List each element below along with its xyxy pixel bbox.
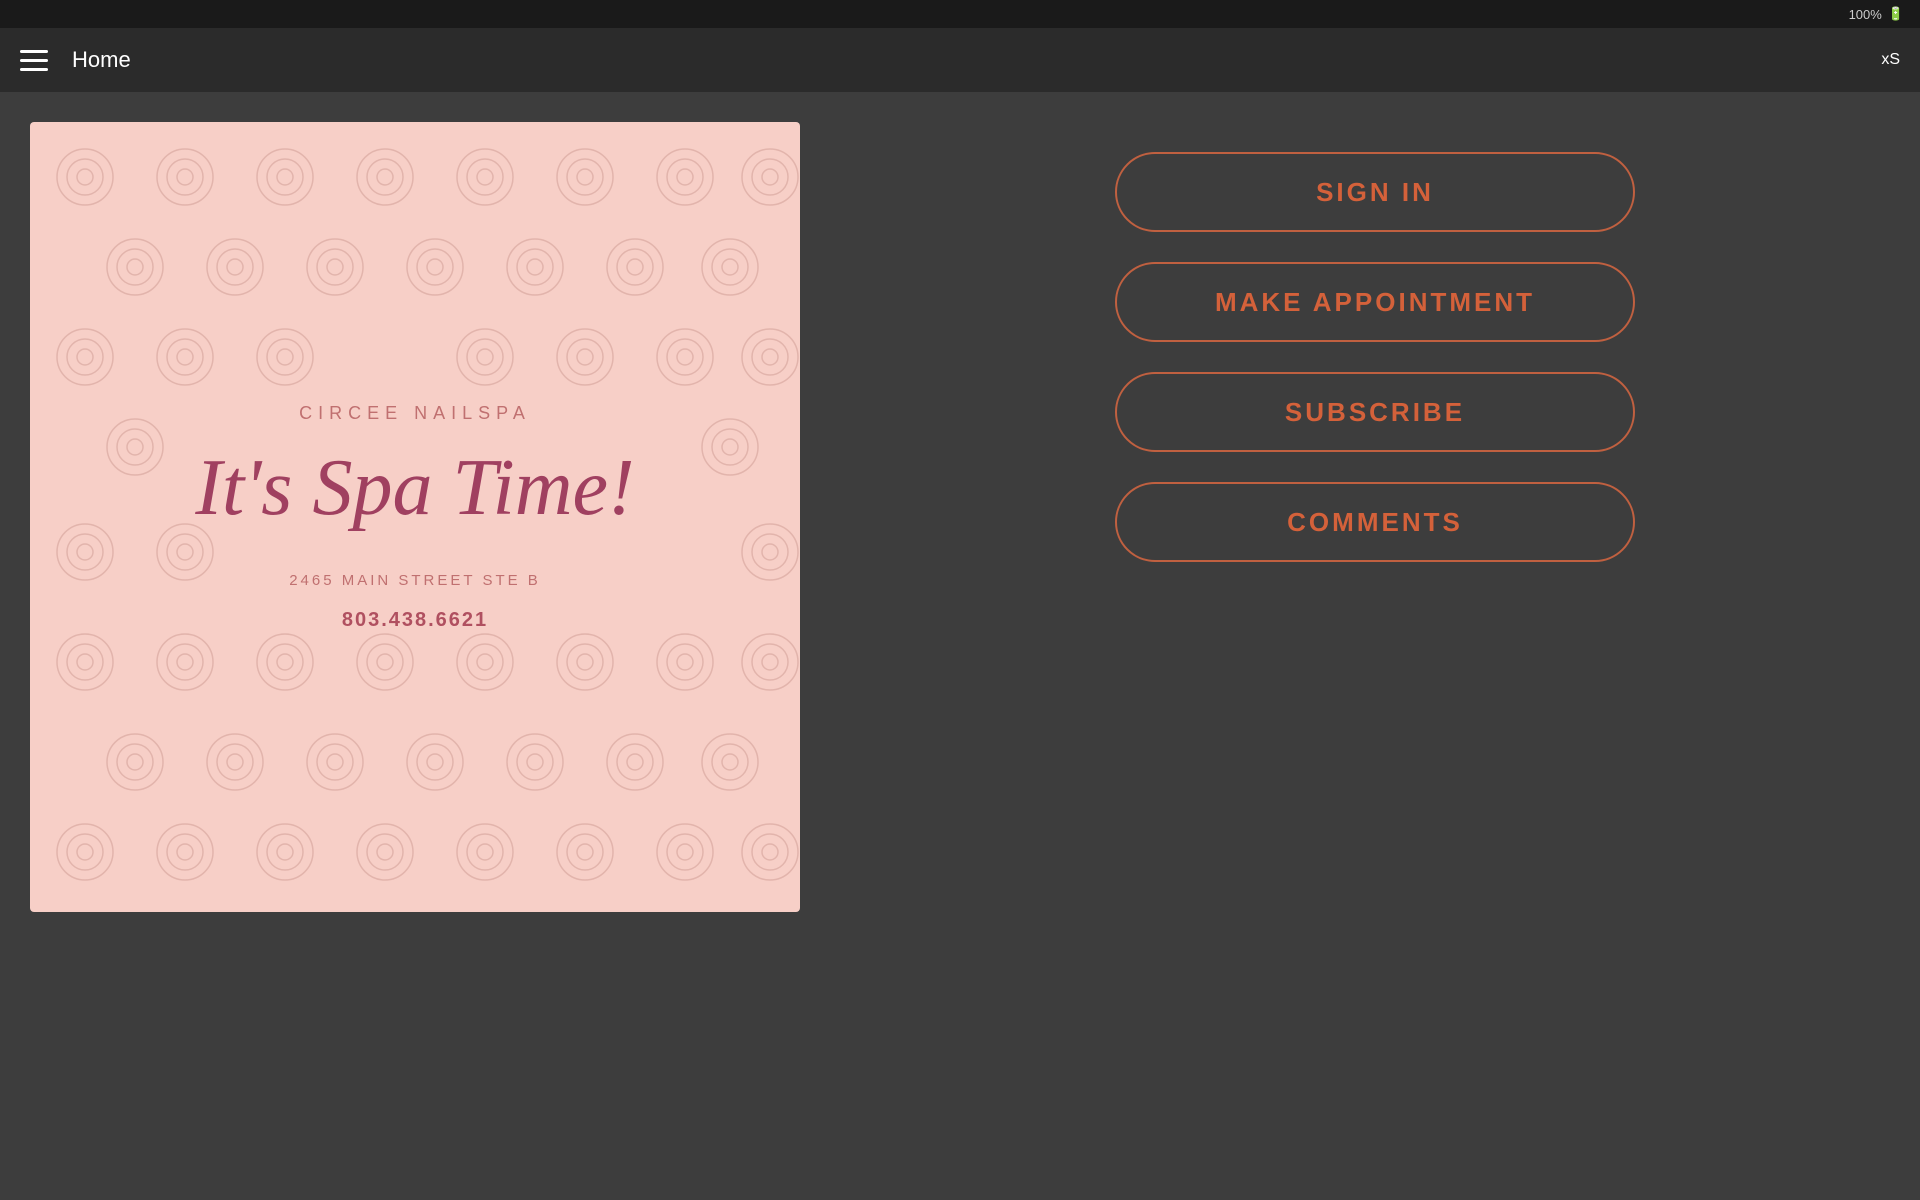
- comments-button[interactable]: COMMENTS: [1115, 482, 1635, 562]
- nav-right-label: xS: [1881, 51, 1900, 69]
- spa-address: 2465 MAIN STREET STE B: [289, 572, 541, 589]
- make-appointment-button[interactable]: MAKE APPOINTMENT: [1115, 262, 1635, 342]
- battery-status: 100%: [1849, 7, 1882, 22]
- spa-tagline: It's Spa Time!: [195, 444, 634, 532]
- nav-bar: Home xS: [0, 28, 1920, 92]
- page-title: Home: [72, 47, 131, 73]
- spa-brand-name: CIRCEE NAILSPA: [299, 403, 531, 424]
- sign-in-button[interactable]: SIGN IN: [1115, 152, 1635, 232]
- hamburger-menu-button[interactable]: [20, 44, 52, 76]
- main-content: CIRCEE NAILSPA It's Spa Time! 2465 MAIN …: [0, 92, 1920, 1200]
- left-panel: CIRCEE NAILSPA It's Spa Time! 2465 MAIN …: [0, 92, 830, 1200]
- spa-card: CIRCEE NAILSPA It's Spa Time! 2465 MAIN …: [30, 122, 800, 912]
- spa-phone: 803.438.6621: [342, 609, 488, 632]
- right-panel: SIGN IN MAKE APPOINTMENT SUBSCRIBE COMME…: [830, 92, 1920, 1200]
- battery-icon: 🔋: [1888, 6, 1904, 22]
- status-bar: 100% 🔋: [0, 0, 1920, 28]
- subscribe-button[interactable]: SUBSCRIBE: [1115, 372, 1635, 452]
- spa-content: CIRCEE NAILSPA It's Spa Time! 2465 MAIN …: [195, 403, 634, 632]
